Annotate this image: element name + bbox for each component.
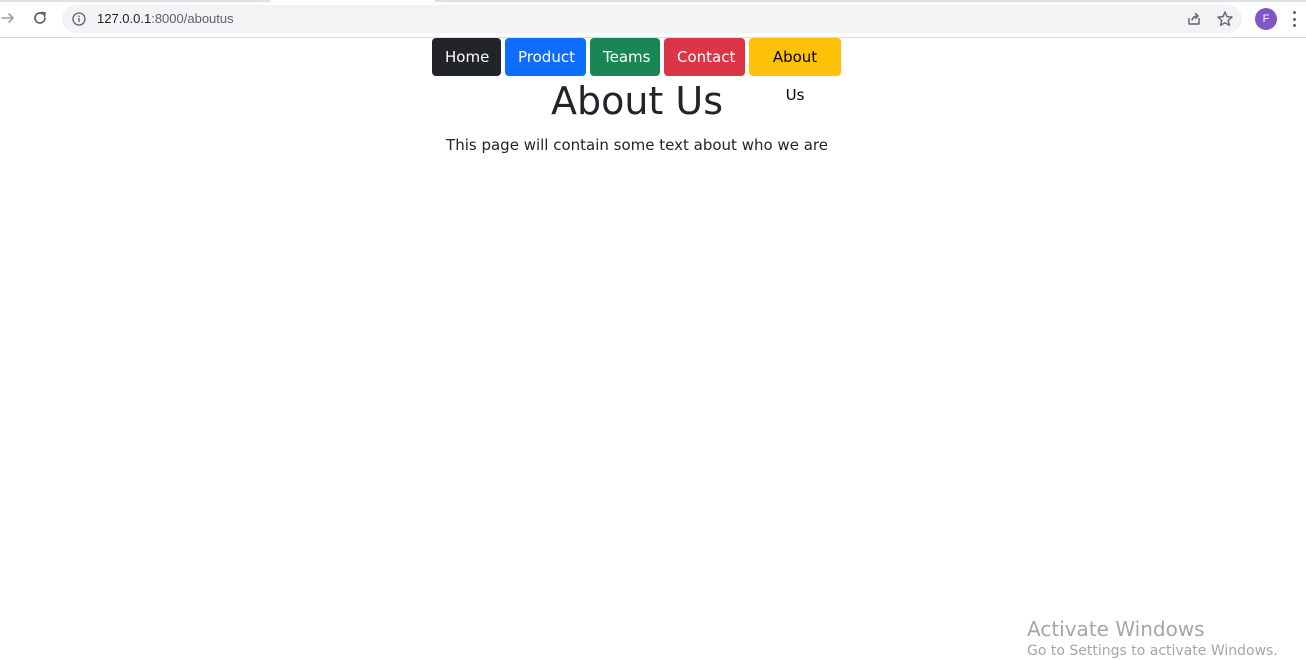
url-text[interactable]: 127.0.0.1:8000/aboutus [97, 11, 234, 27]
top-nav: Home Product Teams Contact About Us [432, 38, 841, 104]
info-icon[interactable] [71, 11, 87, 27]
share-icon[interactable] [1186, 11, 1202, 27]
home-button[interactable]: Home [432, 38, 501, 76]
url-host: 127.0.0.1 [97, 11, 152, 26]
profile-avatar[interactable]: F [1255, 8, 1277, 30]
menu-icon[interactable] [1290, 9, 1298, 29]
windows-activation-subtitle: Go to Settings to activate Windows. [1027, 643, 1278, 659]
address-bar[interactable]: 127.0.0.1:8000/aboutus [62, 5, 1242, 33]
star-icon[interactable] [1216, 10, 1234, 28]
page-description: This page will contain some text about w… [446, 136, 828, 154]
product-button[interactable]: Product [505, 38, 586, 76]
reload-icon[interactable] [30, 8, 50, 28]
teams-button[interactable]: Teams [590, 38, 660, 76]
page-title: About Us [550, 79, 724, 123]
tab-strip-edge [0, 0, 270, 2]
browser-toolbar: 127.0.0.1:8000/aboutus F [0, 0, 1306, 38]
forward-icon[interactable] [0, 8, 18, 28]
tab-strip-edge-right [435, 0, 1306, 2]
contact-button[interactable]: Contact [664, 38, 745, 76]
windows-activation-title: Activate Windows [1027, 617, 1205, 641]
about-us-button[interactable]: About Us [749, 38, 841, 104]
url-path: :8000/aboutus [151, 11, 234, 26]
